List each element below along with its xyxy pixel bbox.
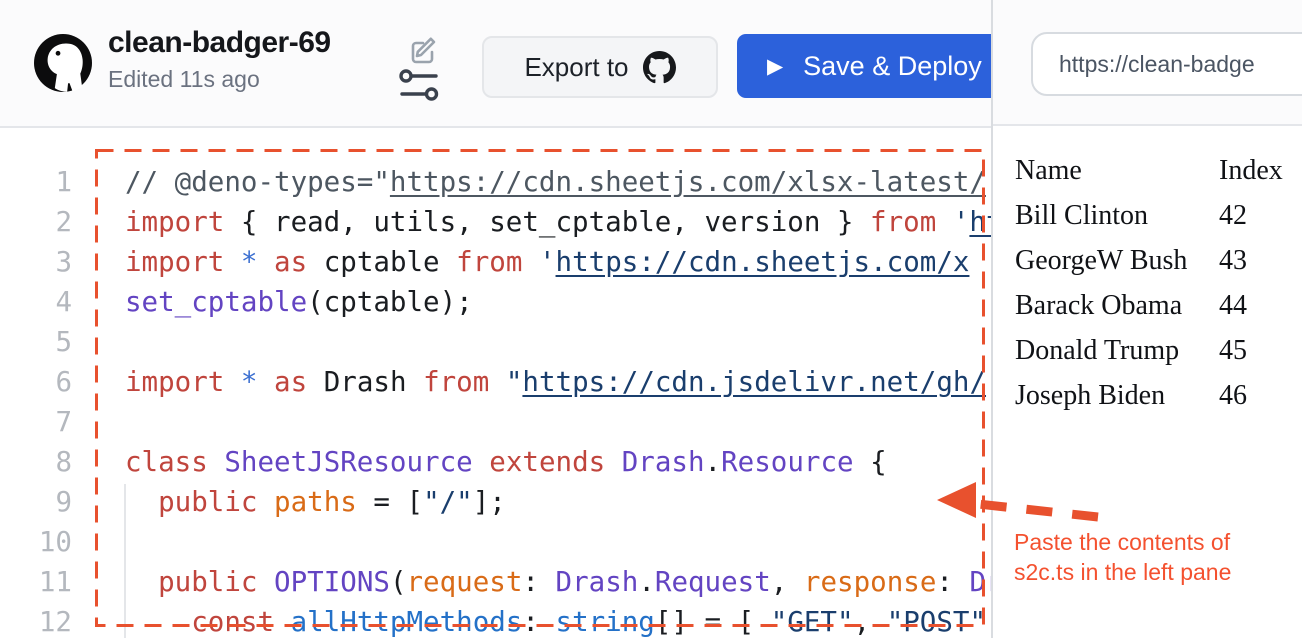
- share-icon[interactable]: [398, 68, 442, 110]
- cell-name: Barack Obama: [1015, 283, 1219, 328]
- save-deploy-label: Save & Deploy: [803, 51, 982, 82]
- preview-table: NameIndexBill Clinton42GeorgeW Bush43Bar…: [1015, 148, 1283, 418]
- table-row: GeorgeW Bush43: [1015, 238, 1283, 283]
- cell-index: 42: [1219, 193, 1283, 238]
- code-line[interactable]: 4 set_cptable(cptable);: [0, 282, 991, 322]
- code-text: const allHttpMethods: string[] = [ "GET"…: [125, 602, 986, 638]
- code-line[interactable]: 6 import * as Drash from "https://cdn.jsd…: [0, 362, 991, 402]
- code-text: public OPTIONS(request: Drash.Request, r…: [125, 562, 991, 602]
- code-line[interactable]: 9 public paths = ["/"];: [0, 482, 991, 522]
- code-text: class SheetJSResource extends Drash.Reso…: [125, 442, 887, 482]
- code-line[interactable]: 10: [0, 522, 991, 562]
- line-number: 6: [0, 362, 72, 402]
- cell-index: 43: [1219, 238, 1283, 283]
- code-line[interactable]: 11 public OPTIONS(request: Drash.Request…: [0, 562, 991, 602]
- code-line[interactable]: 8 class SheetJSResource extends Drash.Res…: [0, 442, 991, 482]
- line-number: 1: [0, 162, 72, 202]
- cell-index: 45: [1219, 328, 1283, 373]
- code-line[interactable]: 2 import { read, utils, set_cptable, vers…: [0, 202, 991, 242]
- line-number: 10: [0, 522, 72, 562]
- table-row: Bill Clinton42: [1015, 193, 1283, 238]
- cell-name: Name: [1015, 148, 1219, 193]
- play-icon: ▶: [767, 56, 783, 77]
- save-deploy-button[interactable]: ▶ Save & Deploy: [737, 34, 1029, 98]
- code-text: public paths = ["/"];: [125, 482, 506, 522]
- cell-index: Index: [1219, 148, 1283, 193]
- preview-pane-header: [993, 0, 1302, 126]
- table-row: Barack Obama44: [1015, 283, 1283, 328]
- preview-pane-body: NameIndexBill Clinton42GeorgeW Bush43Bar…: [993, 126, 1302, 418]
- project-title: clean-badger-69: [108, 26, 331, 60]
- line-number: 9: [0, 482, 72, 522]
- github-icon: [643, 51, 676, 84]
- table-header-row: NameIndex: [1015, 148, 1283, 193]
- cell-index: 44: [1219, 283, 1283, 328]
- cell-name: Joseph Biden: [1015, 373, 1219, 418]
- playground-window: clean-badger-69 Edited 11s ago Export to…: [0, 0, 1302, 638]
- code-text: set_cptable(cptable);: [125, 282, 473, 322]
- code-line[interactable]: 12 const allHttpMethods: string[] = [ "G…: [0, 602, 991, 638]
- code-line[interactable]: 7: [0, 402, 991, 442]
- line-number: 5: [0, 322, 72, 362]
- table-row: Donald Trump45: [1015, 328, 1283, 373]
- line-number: 2: [0, 202, 72, 242]
- preview-pane: NameIndexBill Clinton42GeorgeW Bush43Bar…: [991, 0, 1302, 638]
- pencil-square-icon[interactable]: [408, 34, 440, 66]
- playground-url-input[interactable]: [1031, 32, 1302, 96]
- line-number: 8: [0, 442, 72, 482]
- cell-name: Bill Clinton: [1015, 193, 1219, 238]
- export-label: Export to: [524, 52, 628, 83]
- code-text: import { read, utils, set_cptable, versi…: [125, 202, 991, 242]
- line-number: 11: [0, 562, 72, 602]
- code-text: import * as cptable from 'https://cdn.sh…: [125, 242, 969, 282]
- cell-index: 46: [1219, 373, 1283, 418]
- cell-name: Donald Trump: [1015, 328, 1219, 373]
- code-line[interactable]: 1 // @deno-types="https://cdn.sheetjs.com…: [0, 162, 991, 202]
- export-to-github-button[interactable]: Export to: [482, 36, 718, 98]
- code-text: // @deno-types="https://cdn.sheetjs.com/…: [125, 162, 986, 202]
- edited-timestamp: Edited 11s ago: [108, 66, 260, 93]
- table-row: Joseph Biden46: [1015, 373, 1283, 418]
- title-icons: [398, 34, 446, 118]
- cell-name: GeorgeW Bush: [1015, 238, 1219, 283]
- indent-guide: [124, 484, 126, 638]
- code-line[interactable]: 5: [0, 322, 991, 362]
- code-lines: 1 // @deno-types="https://cdn.sheetjs.com…: [0, 162, 991, 638]
- line-number: 4: [0, 282, 72, 322]
- code-text: import * as Drash from "https://cdn.jsde…: [125, 362, 986, 402]
- line-number: 7: [0, 402, 72, 442]
- line-number: 3: [0, 242, 72, 282]
- code-editor[interactable]: 1 // @deno-types="https://cdn.sheetjs.com…: [0, 128, 991, 638]
- line-number: 12: [0, 602, 72, 638]
- code-line[interactable]: 3 import * as cptable from 'https://cdn.s…: [0, 242, 991, 282]
- deno-logo-icon[interactable]: [34, 34, 92, 92]
